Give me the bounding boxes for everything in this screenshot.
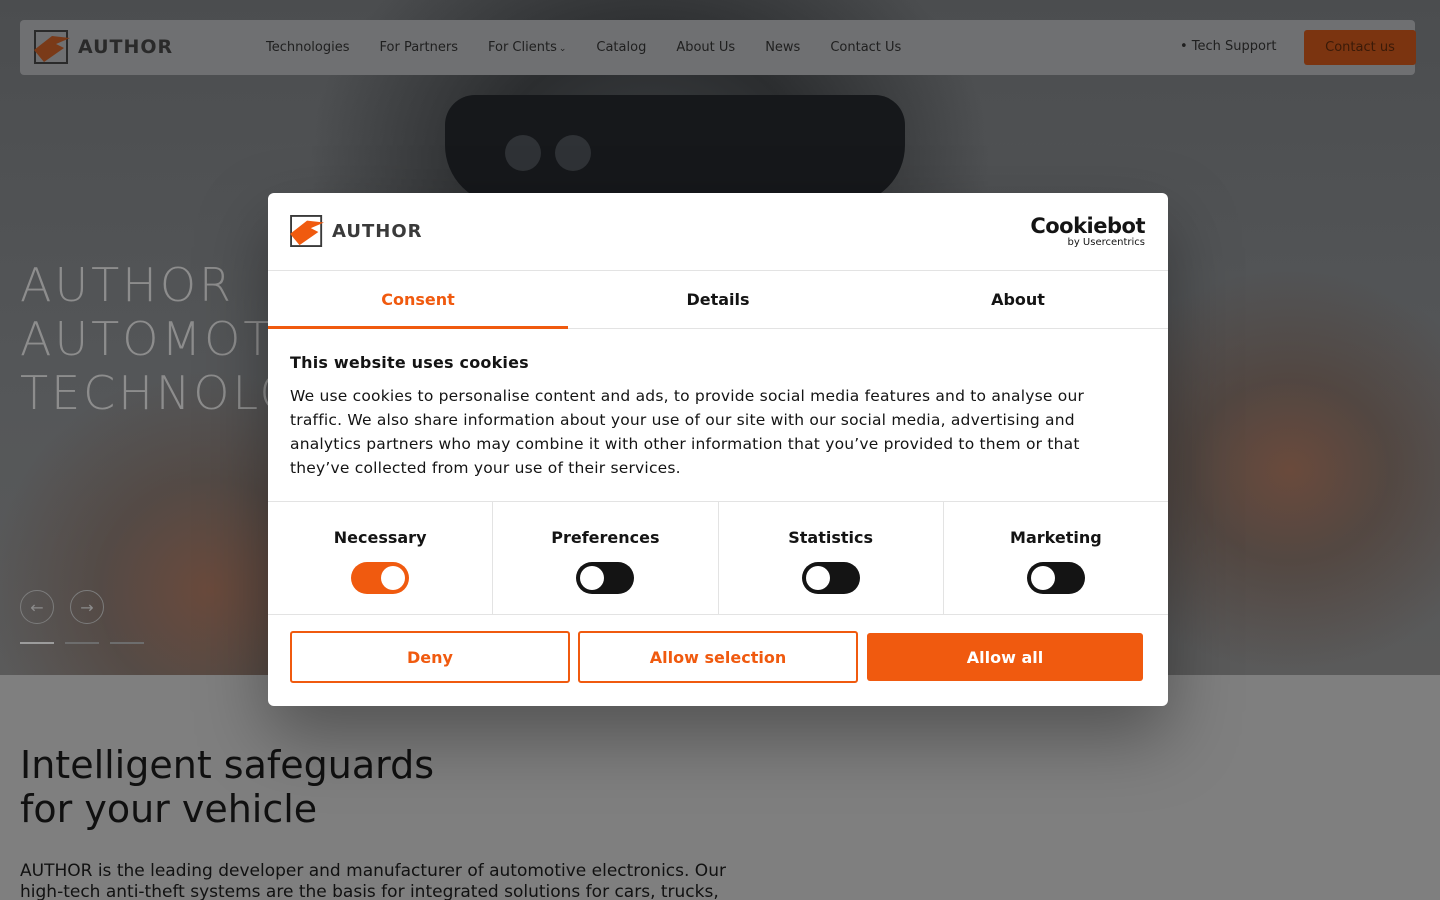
statistics-toggle[interactable] bbox=[801, 562, 860, 594]
nav-for-clients-label: For Clients bbox=[487, 40, 557, 55]
slider-controls: ← → bbox=[20, 590, 104, 624]
category-label: Preferences bbox=[551, 528, 660, 547]
nav-for-partners[interactable]: For Partners bbox=[380, 40, 458, 55]
hero-device-image bbox=[445, 95, 905, 205]
arrow-left-icon: ← bbox=[30, 597, 44, 617]
slider-dot[interactable] bbox=[110, 642, 144, 644]
arrow-right-icon: → bbox=[80, 597, 94, 617]
nav-news[interactable]: News bbox=[765, 40, 800, 55]
tab-details[interactable]: Details bbox=[568, 271, 868, 328]
necessary-toggle[interactable] bbox=[351, 562, 410, 594]
consent-categories: Necessary Preferences Statistics Marketi… bbox=[268, 501, 1168, 615]
intro-heading-line: for your vehicle bbox=[20, 787, 318, 831]
nav-contact-us[interactable]: Contact Us bbox=[830, 40, 901, 55]
dialog-description: We use cookies to personalise content an… bbox=[290, 387, 1085, 477]
device-lens bbox=[505, 135, 541, 171]
dialog-header: AUTHOR Cookiebot by Usercentrics bbox=[268, 193, 1168, 271]
cookie-consent-dialog: AUTHOR Cookiebot by Usercentrics Consent… bbox=[268, 193, 1168, 706]
tech-support-link[interactable]: • Tech Support bbox=[1180, 39, 1276, 54]
category-marketing: Marketing bbox=[944, 502, 1168, 614]
hero-title: AUTHOR AUTOMOTI TECHNOLO bbox=[20, 258, 299, 420]
site-header: AUTHOR Technologies For Partners For Cli… bbox=[20, 20, 1416, 75]
hero-title-line: TECHNOLO bbox=[20, 366, 299, 420]
preferences-toggle[interactable] bbox=[576, 562, 635, 594]
category-necessary: Necessary bbox=[268, 502, 494, 614]
main-nav: Technologies For Partners For Clients ⌄ C… bbox=[266, 20, 901, 75]
dialog-brand-name: AUTHOR bbox=[332, 220, 423, 242]
nav-about-us[interactable]: About Us bbox=[676, 40, 735, 55]
nav-for-clients[interactable]: For Clients ⌄ bbox=[488, 40, 566, 55]
site-logo[interactable]: AUTHOR bbox=[34, 30, 173, 64]
chevron-down-icon: ⌄ bbox=[558, 44, 567, 54]
cookiebot-name: Cookiebot bbox=[1030, 214, 1145, 238]
allow-selection-button[interactable]: Allow selection bbox=[578, 631, 858, 683]
contact-us-button[interactable]: Contact us bbox=[1304, 30, 1416, 65]
brand-name: AUTHOR bbox=[78, 36, 174, 58]
author-logo-icon bbox=[290, 215, 324, 247]
hero-title-line: AUTOMOTI bbox=[20, 312, 292, 366]
intro-paragraph: AUTHOR is the leading developer and manu… bbox=[20, 861, 726, 900]
slider-dot[interactable] bbox=[65, 642, 99, 644]
category-preferences: Preferences bbox=[493, 502, 719, 614]
intro-section: Intelligent safeguards for your vehicle … bbox=[0, 675, 1440, 900]
hero-title-line: AUTHOR bbox=[20, 258, 234, 312]
category-statistics: Statistics bbox=[719, 502, 944, 614]
tab-consent[interactable]: Consent bbox=[268, 271, 568, 329]
slider-prev-button[interactable]: ← bbox=[20, 590, 54, 624]
slider-next-button[interactable]: → bbox=[70, 590, 104, 624]
nav-technologies[interactable]: Technologies bbox=[266, 40, 350, 55]
dialog-actions: Deny Allow selection Allow all bbox=[290, 631, 1144, 683]
allow-all-button[interactable]: Allow all bbox=[867, 633, 1143, 681]
category-label: Marketing bbox=[1010, 528, 1102, 547]
deny-button[interactable]: Deny bbox=[290, 631, 570, 683]
slider-dots bbox=[20, 642, 144, 644]
marketing-toggle[interactable] bbox=[1026, 562, 1085, 594]
intro-heading-line: Intelligent safeguards bbox=[20, 743, 435, 787]
dialog-heading: This website uses cookies bbox=[290, 353, 529, 372]
intro-heading: Intelligent safeguards for your vehicle bbox=[20, 743, 434, 831]
cookiebot-logo[interactable]: Cookiebot by Usercentrics bbox=[1030, 215, 1145, 249]
tab-about[interactable]: About bbox=[868, 271, 1168, 328]
category-label: Necessary bbox=[333, 528, 427, 547]
dialog-logo: AUTHOR bbox=[290, 215, 423, 247]
author-logo-icon bbox=[34, 30, 70, 64]
dialog-tabs: Consent Details About bbox=[268, 271, 1168, 329]
slider-dot[interactable] bbox=[20, 642, 54, 644]
category-label: Statistics bbox=[788, 528, 873, 547]
device-lens bbox=[555, 135, 591, 171]
dialog-body: This website uses cookies We use cookies… bbox=[290, 353, 1120, 480]
cookiebot-subtitle: by Usercentrics bbox=[1067, 237, 1145, 248]
nav-catalog[interactable]: Catalog bbox=[596, 40, 646, 55]
